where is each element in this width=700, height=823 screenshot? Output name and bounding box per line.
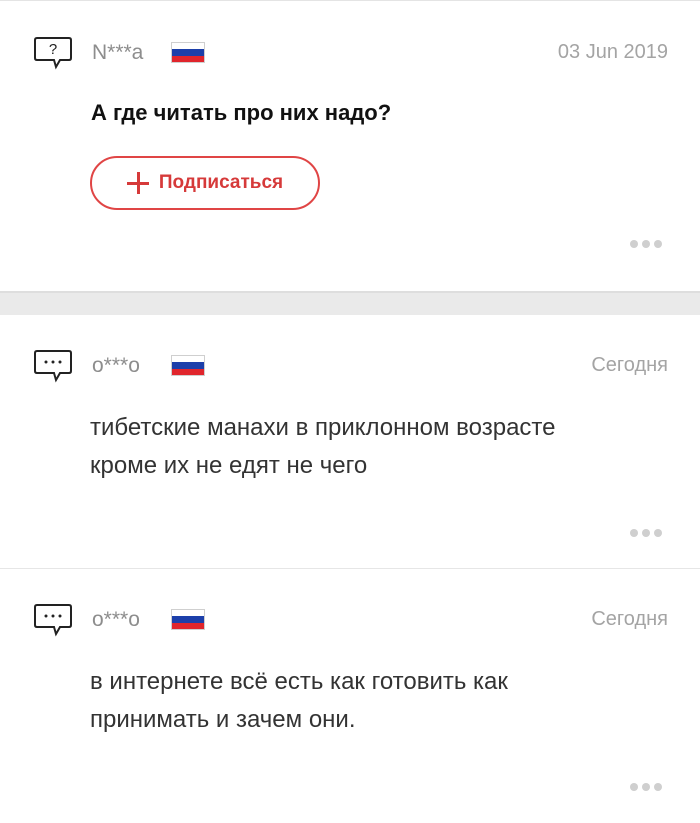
more-options-button[interactable] — [630, 240, 662, 250]
answer-line: кроме их не едят не чего — [90, 452, 368, 479]
comment-bubble-icon — [34, 350, 72, 383]
divider — [0, 0, 700, 1]
answer-text: тибетские манахи в приклонном возрасте к… — [90, 409, 680, 485]
author-name[interactable]: N***a — [92, 41, 143, 65]
russia-flag-icon — [171, 42, 205, 63]
answer-line: в интернете всё есть как готовить как — [90, 668, 508, 695]
plus-icon — [126, 172, 149, 194]
answer-line: принимать и зачем они. — [90, 706, 356, 733]
post-date: Сегодня — [591, 354, 668, 376]
answer-line: тибетские манахи в приклонном возрасте — [90, 414, 556, 441]
answer-card: о***о Сегодня в интернете всё есть как г… — [0, 569, 700, 823]
svg-text:?: ? — [49, 41, 57, 58]
answer-card: о***о Сегодня тибетские манахи в приклон… — [0, 315, 700, 569]
post-date: Сегодня — [591, 608, 668, 630]
author-name[interactable]: о***о — [92, 354, 140, 378]
section-separator — [0, 291, 700, 315]
question-text: А где читать про них надо? — [91, 100, 392, 125]
question-card: ? N***a 03 Jun 2019 А где читать про них… — [0, 0, 700, 291]
subscribe-label: Подписаться — [158, 172, 284, 193]
comment-bubble-icon — [34, 604, 72, 637]
question-header: ? N***a 03 Jun 2019 — [34, 36, 668, 70]
subscribe-button[interactable]: Подписаться — [90, 156, 320, 210]
answer-header: о***о Сегодня — [34, 603, 668, 637]
post-date: 03 Jun 2019 — [557, 41, 668, 63]
question-bubble-icon: ? — [34, 37, 72, 70]
russia-flag-icon — [171, 355, 205, 376]
author-name[interactable]: о***о — [92, 608, 140, 632]
answer-header: о***о Сегодня — [34, 349, 668, 383]
russia-flag-icon — [171, 609, 205, 630]
more-options-button[interactable] — [630, 529, 662, 539]
answer-text: в интернете всё есть как готовить как пр… — [90, 663, 680, 739]
more-options-button[interactable] — [630, 783, 662, 793]
